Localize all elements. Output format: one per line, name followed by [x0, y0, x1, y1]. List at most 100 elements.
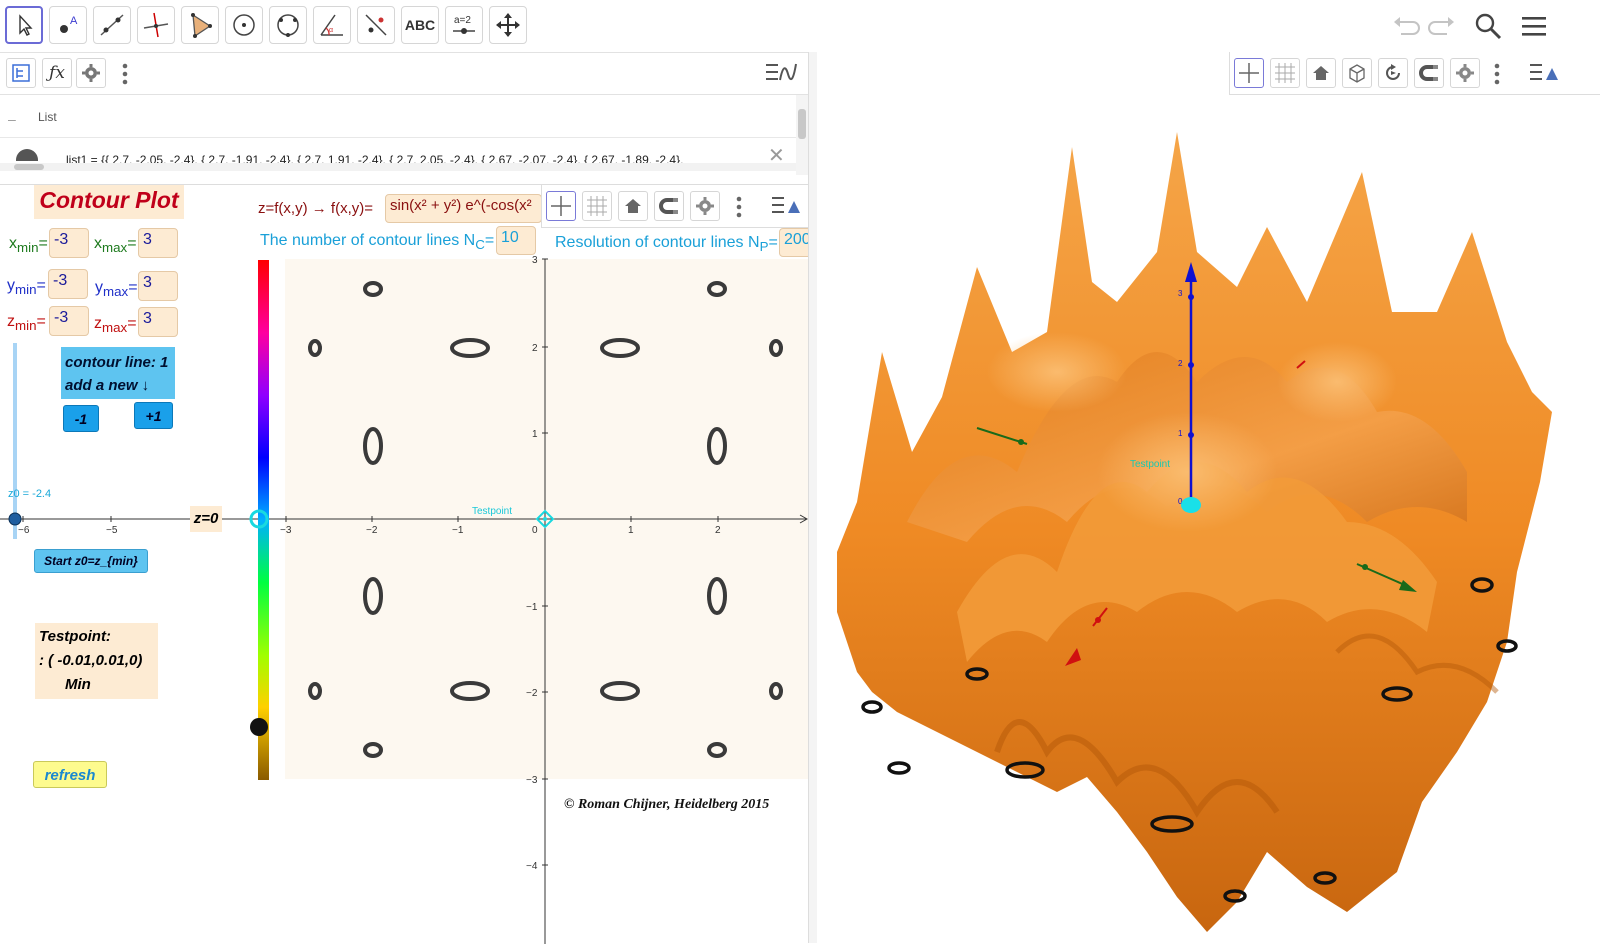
angle-icon: α: [320, 14, 343, 36]
algebra-settings-button[interactable]: [76, 58, 106, 88]
function-label: z=f(x,y) → f(x,y)=: [258, 200, 374, 217]
testpoint-info: Testpoint: : ( -0.01,0.01,0) Min: [35, 623, 158, 699]
line-tool[interactable]: [93, 6, 131, 44]
horizontal-scrollbar[interactable]: [0, 163, 796, 171]
contour-line-info: contour line: 1 add a new ↓: [61, 347, 175, 399]
tree-icon: [12, 64, 30, 82]
y-tick-label: −4: [526, 861, 538, 872]
main-menu-button[interactable]: [1518, 10, 1550, 42]
plus-one-button[interactable]: +1: [134, 402, 173, 429]
graphics-style-bar: [541, 185, 808, 228]
z0-label: z=0: [190, 506, 222, 532]
slider-value-label: z0 = -2.4: [8, 488, 52, 500]
reflect-icon: [365, 14, 387, 36]
pointer-icon: [19, 14, 33, 36]
slider-icon: a=2: [453, 15, 475, 34]
toggle-grid-button[interactable]: [582, 191, 612, 221]
circle-tool[interactable]: [225, 6, 263, 44]
algebra-style-bar-toggle[interactable]: [764, 60, 798, 91]
graphics-settings-button[interactable]: [690, 191, 720, 221]
graphics-style-toggle[interactable]: [770, 193, 804, 224]
toggle-axes-button[interactable]: [546, 191, 576, 221]
x-tick-label: 2: [715, 525, 721, 536]
move-view-tool[interactable]: [489, 6, 527, 44]
redo-button[interactable]: [1426, 10, 1458, 42]
z-tick-label: 3: [1178, 289, 1183, 298]
testpoint-3d-label: Testpoint: [1130, 459, 1170, 470]
point-tool[interactable]: A: [49, 6, 87, 44]
xmin-input[interactable]: -3: [49, 228, 89, 258]
x-tick-label: 1: [628, 525, 634, 536]
color-scale-marker: [250, 718, 268, 736]
undo-icon: [1394, 17, 1420, 35]
gear-icon: [696, 197, 714, 215]
move-tool[interactable]: [5, 6, 43, 44]
x-tick-label: −2: [366, 525, 378, 536]
minus-one-button[interactable]: -1: [63, 405, 99, 432]
polygon-tool[interactable]: [181, 6, 219, 44]
y-tick-label: 2: [532, 343, 538, 354]
xmax-input[interactable]: 3: [138, 228, 178, 258]
zmax-input[interactable]: 3: [138, 307, 178, 337]
y-tick-label: −1: [526, 602, 538, 613]
perpendicular-icon: [143, 12, 169, 38]
zmax-label: zmax=: [94, 315, 137, 336]
graphics-view-3d[interactable]: 3 2 1 0 Testpoint: [817, 52, 1600, 943]
y-tick-label: −2: [526, 688, 538, 699]
panel-title: Contour Plot: [34, 185, 184, 219]
graphics-view-2d[interactable]: −6 −5 −3 −2 −1 0 1 2 3 2 1 −1 −2 −3 −4 T…: [0, 184, 808, 944]
testpoint-coords: : ( -0.01,0.01,0): [39, 652, 143, 669]
graphics-more-button[interactable]: [734, 195, 744, 224]
point-capturing-button[interactable]: [654, 191, 684, 221]
more-vertical-icon: [736, 196, 742, 218]
collapse-icon[interactable]: –: [8, 111, 28, 129]
undo-button[interactable]: [1390, 10, 1422, 42]
ymin-input[interactable]: -3: [48, 269, 88, 299]
text-tool-label: ABC: [404, 17, 436, 33]
np-input[interactable]: 200: [779, 228, 808, 257]
add-new-text: add a new ↓: [65, 377, 150, 394]
nc-label: The number of contour lines NC=: [260, 232, 495, 253]
gear-icon: [82, 64, 100, 82]
magnet-icon: [659, 198, 678, 214]
start-z0-button[interactable]: Start z0=z_{min}: [34, 549, 148, 573]
testpoint-label: Testpoint: [472, 506, 512, 517]
ymax-input[interactable]: 3: [138, 271, 178, 301]
perpendicular-tool[interactable]: [137, 6, 175, 44]
copyright-text: © Roman Chijner, Heidelberg 2015: [564, 797, 770, 812]
y-tick-label: 3: [532, 255, 538, 266]
vertical-slider-track: [13, 343, 17, 539]
visibility-toggle-icon[interactable]: [16, 149, 38, 161]
algebra-sort-button[interactable]: [6, 58, 36, 88]
fx-icon: ƒx: [49, 63, 65, 83]
search-button[interactable]: [1472, 10, 1504, 42]
refresh-button[interactable]: refresh: [33, 761, 107, 788]
reflect-tool[interactable]: [357, 6, 395, 44]
move-arrows-icon: [496, 13, 520, 37]
y-tick-label: −3: [526, 775, 538, 786]
list-group-label: List: [38, 110, 57, 124]
slider-tool[interactable]: a=2: [445, 6, 483, 44]
nc-input[interactable]: 10: [496, 226, 536, 255]
text-tool[interactable]: ABC: [401, 6, 439, 44]
algebra-view-header: ƒx: [0, 52, 808, 95]
style-bar-icon: [766, 63, 797, 81]
svg-text:α: α: [329, 27, 333, 34]
angle-tool[interactable]: α: [313, 6, 351, 44]
contour-line-text: contour line: 1: [65, 354, 169, 371]
input-help-button[interactable]: ƒx: [42, 58, 72, 88]
zmin-input[interactable]: -3: [49, 306, 89, 336]
algebra-more-button[interactable]: [120, 62, 130, 91]
function-input[interactable]: sin(x² + y²) e^(-cos(x²: [385, 194, 542, 223]
line-icon: [100, 14, 124, 36]
circle-three-points-tool[interactable]: [269, 6, 307, 44]
zmin-label: zmin=: [7, 313, 46, 334]
x-tick-label: −5: [106, 525, 118, 536]
standard-view-button[interactable]: [618, 191, 648, 221]
ymin-label: ymin=: [7, 277, 46, 298]
vertical-scrollbar[interactable]: [796, 95, 808, 175]
testpoint-3d: [1181, 497, 1201, 513]
surface-3d-canvas: 3 2 1 0 Testpoint: [837, 132, 1552, 932]
polygon-icon: [191, 13, 212, 38]
list-item-text[interactable]: list1 = {{ 2.7, -2.05, -2.4}, { 2.7, -1.…: [66, 151, 756, 163]
